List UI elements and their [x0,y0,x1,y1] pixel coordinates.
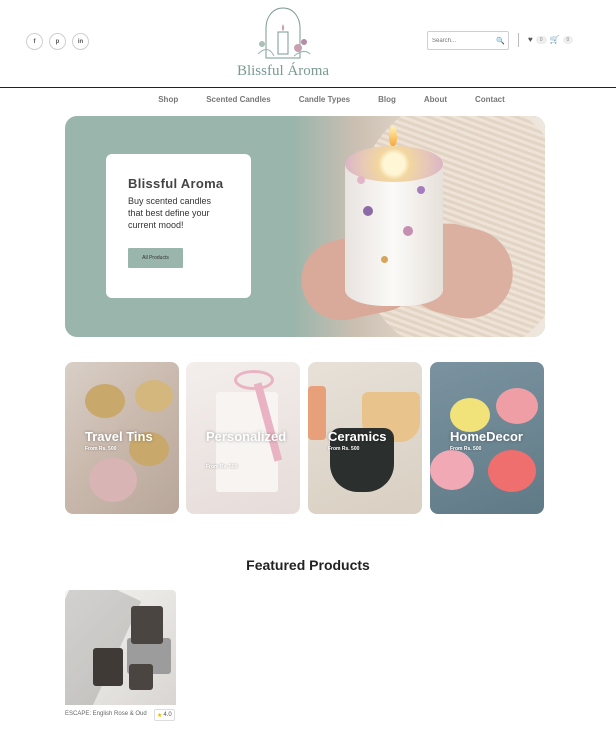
category-tile-personalized[interactable]: Personalized From Rs. 500 [186,362,300,514]
flower-dot [381,256,388,263]
nav-item-blog[interactable]: Blog [378,95,396,104]
category-title: Ceramics [328,429,387,444]
hero-subtitle: Buy scented candles that best define you… [128,196,212,230]
header-utilities: ♥ 0 🛒 0 [528,35,574,44]
flower-dot [403,226,413,236]
hero-title: Blissful Aroma [128,176,224,191]
product-name[interactable]: ESCAPE: English Rose & Oud [65,710,147,718]
cart-icon[interactable]: 🛒 [550,35,560,44]
nav-item-contact[interactable]: Contact [475,95,505,104]
search-icon[interactable]: 🔍 [496,37,505,45]
social-links: f p in [26,33,89,50]
flower-candle-shape [488,450,536,492]
featured-products-heading: Featured Products [246,557,370,573]
category-price: From Rs. 500 [206,464,238,470]
wishlist-count: 0 [535,35,547,44]
product-rating: ★ 4.0 [154,709,175,721]
category-price: From Rs. 500 [450,446,482,452]
tin-shape [85,384,125,418]
product-image[interactable] [65,590,176,705]
heart-icon[interactable]: ♥ [528,35,533,44]
flower-candle-shape [450,398,490,432]
product-card[interactable]: ESCAPE: English Rose & Oud ★ 4.0 [65,590,176,721]
cart-count: 0 [562,35,574,44]
category-title: Travel Tins [85,429,153,444]
hero-banner: Blissful Aroma Buy scented candles that … [65,116,545,337]
nav-item-candle-types[interactable]: Candle Types [299,95,350,104]
logo-emblem [257,7,311,59]
site-logo[interactable]: Blissful Ároma [224,4,342,80]
linkedin-icon[interactable]: in [72,33,89,50]
category-tile-travel-tins[interactable]: Travel Tins From Rs. 500 [65,362,179,514]
flower-dot [363,206,373,216]
ceramic-shape [308,386,326,440]
candle-flame [389,126,397,146]
tin-shape [135,380,173,412]
main-nav: Shop Scented Candles Candle Types Blog A… [0,95,616,104]
search-input[interactable] [432,37,496,44]
jar-shape [93,648,123,686]
category-tile-homedecor[interactable]: HomeDecor From Rs. 500 [430,362,544,514]
site-header: f p in Blissful Ároma 🔍 ♥ 0 🛒 0 [0,0,616,88]
flower-dot [417,186,425,194]
rating-value: 4.0 [163,712,172,718]
category-price: From Rs. 500 [328,446,360,452]
star-icon: ★ [157,712,163,719]
category-tile-ceramics[interactable]: Ceramics From Rs. 500 [308,362,422,514]
tin-shape [89,458,137,502]
search-box[interactable]: 🔍 [427,31,509,50]
pinterest-icon[interactable]: p [49,33,66,50]
category-title: Personalized [206,429,287,444]
nav-item-about[interactable]: About [424,95,447,104]
all-products-button[interactable]: All Products [128,248,183,268]
logo-wordmark: Blissful Ároma [236,63,330,79]
hero-card: Blissful Aroma Buy scented candles that … [106,154,251,298]
header-divider [518,33,519,47]
flower-candle-shape [430,450,474,490]
nav-item-scented-candles[interactable]: Scented Candles [206,95,270,104]
flower-candle-shape [496,388,538,424]
category-title: HomeDecor [450,429,523,444]
flower-dot [357,176,365,184]
facebook-icon[interactable]: f [26,33,43,50]
jar-shape [131,606,163,644]
hero-candle-photo [293,116,545,337]
jar-shape [129,664,153,690]
nav-item-shop[interactable]: Shop [158,95,178,104]
category-price: From Rs. 500 [85,446,117,452]
